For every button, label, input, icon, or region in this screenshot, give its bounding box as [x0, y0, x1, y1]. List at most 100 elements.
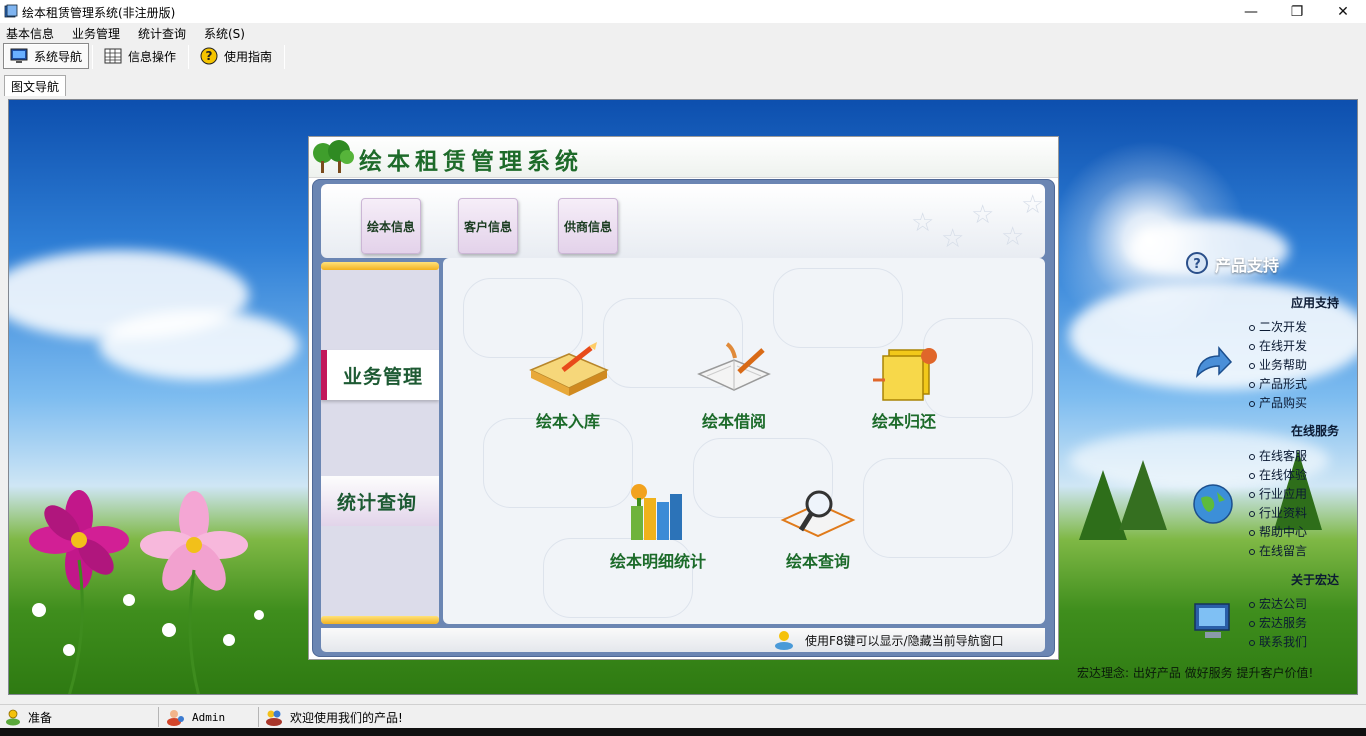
system-nav-button[interactable]: 系统导航 — [3, 43, 90, 69]
svg-text:?: ? — [206, 49, 213, 63]
support-link[interactable]: 在线体验 — [1249, 466, 1307, 483]
app-icon — [4, 4, 18, 18]
star-decoration: ☆ — [1021, 190, 1045, 220]
star-decoration: ☆ — [1001, 222, 1025, 252]
support-link[interactable]: 产品购买 — [1249, 394, 1307, 411]
desktop-background: 绘本租赁管理系统 ☆ ☆ ☆ ☆ ☆ 绘本信息 客户信息 供商信息 业务管理 统… — [8, 99, 1358, 695]
status-bar: 准备 Admin 欢迎使用我们的产品! — [0, 704, 1366, 728]
feature-book-stock-in[interactable]: 绘本入库 — [503, 340, 633, 440]
feature-label: 绘本借阅 — [701, 412, 766, 431]
support-link[interactable]: 行业应用 — [1249, 485, 1307, 502]
admin-user-icon — [167, 710, 184, 726]
status-separator — [258, 707, 259, 727]
arrow-icon — [1196, 345, 1233, 379]
gold-strip — [321, 616, 439, 624]
svg-text:?: ? — [1193, 257, 1201, 272]
support-heading: 应用支持 — [1290, 296, 1339, 310]
status-welcome-text: 欢迎使用我们的产品! — [290, 710, 403, 725]
tab-statistics-query[interactable]: 统计查询 — [321, 476, 439, 526]
tab-business-management[interactable]: 业务管理 — [321, 350, 439, 400]
feature-label: 绘本明细统计 — [609, 552, 706, 571]
support-link[interactable]: 帮助中心 — [1249, 523, 1307, 540]
star-decoration: ☆ — [971, 200, 995, 230]
menu-stats[interactable]: 统计查询 — [138, 25, 186, 42]
folder-return-icon — [873, 348, 937, 401]
navigation-window: 绘本租赁管理系统 ☆ ☆ ☆ ☆ ☆ 绘本信息 客户信息 供商信息 业务管理 统… — [308, 136, 1059, 660]
user-hint-icon — [775, 631, 793, 650]
feature-label: 绘本入库 — [535, 412, 600, 431]
globe-icon — [1193, 484, 1233, 524]
cosmos-flowers — [29, 490, 264, 694]
menu-bar: 基本信息 业务管理 统计查询 系统(S) — [0, 23, 1366, 42]
status-user-icon — [6, 709, 20, 726]
support-link[interactable]: 二次开发 — [1249, 318, 1307, 335]
stone-pattern — [863, 458, 1013, 558]
info-ops-button[interactable]: 信息操作 — [98, 43, 182, 69]
support-link[interactable]: 宏达服务 — [1249, 614, 1307, 631]
nav-hint-text: 使用F8键可以显示/隐藏当前导航窗口 — [805, 634, 1004, 648]
feature-panel: 绘本入库 绘本借阅 绘本归还 绘本明细统计 绘本查询 — [443, 258, 1045, 624]
minimize-button[interactable]: — — [1228, 0, 1274, 23]
support-title: 产品支持 — [1215, 256, 1280, 275]
supplier-info-button[interactable]: 供商信息 — [558, 198, 618, 254]
window-title: 绘本租赁管理系统(非注册版) — [22, 6, 176, 20]
feature-book-lending[interactable]: 绘本借阅 — [669, 340, 799, 440]
tab-graphic-nav[interactable]: 图文导航 — [4, 75, 67, 96]
feature-book-return[interactable]: 绘本归还 — [839, 340, 969, 440]
os-taskbar — [0, 728, 1366, 736]
book-info-button[interactable]: 绘本信息 — [361, 198, 421, 254]
top-button-panel: ☆ ☆ ☆ ☆ ☆ 绘本信息 客户信息 供商信息 — [321, 184, 1045, 258]
open-book-brush-icon — [697, 342, 771, 391]
support-heading: 关于宏达 — [1290, 573, 1339, 587]
nav-hint-bar: 使用F8键可以显示/隐藏当前导航窗口 — [321, 628, 1045, 652]
status-separator — [158, 707, 159, 727]
menu-business[interactable]: 业务管理 — [72, 25, 120, 42]
status-ready: 准备 — [4, 705, 52, 729]
help-circle-icon: ? — [1186, 252, 1208, 274]
support-link[interactable]: 产品形式 — [1249, 375, 1307, 392]
nav-title: 绘本租赁管理系统 — [359, 148, 583, 175]
menu-basic-info[interactable]: 基本信息 — [6, 25, 54, 42]
support-link[interactable]: 在线留言 — [1249, 542, 1307, 559]
title-bar: 绘本租赁管理系统(非注册版) — ❐ ✕ — [0, 0, 1366, 23]
toolbar-separator — [92, 45, 93, 69]
status-user-text: Admin — [192, 710, 226, 724]
bookshelf-icon — [631, 484, 682, 540]
close-button[interactable]: ✕ — [1320, 0, 1366, 23]
feature-book-search[interactable]: 绘本查询 — [753, 480, 883, 580]
feature-label: 绘本查询 — [785, 552, 850, 571]
company-slogan: 宏达理念: 出好产品 做好服务 提升客户价值! — [1077, 666, 1314, 680]
tree — [1119, 460, 1167, 530]
customer-info-button[interactable]: 客户信息 — [458, 198, 518, 254]
toolbar-separator — [188, 45, 189, 69]
gold-strip — [321, 262, 439, 270]
toolbar-separator — [284, 45, 285, 69]
support-link[interactable]: 联系我们 — [1249, 633, 1307, 650]
nav-frame: ☆ ☆ ☆ ☆ ☆ 绘本信息 客户信息 供商信息 业务管理 统计查询 绘本入库 … — [312, 179, 1055, 657]
user-guide-button[interactable]: ? 使用指南 — [194, 43, 278, 69]
menu-system[interactable]: 系统(S) — [204, 25, 245, 42]
monitor-computer-icon — [1194, 603, 1230, 638]
users-group-icon — [266, 710, 282, 726]
feature-label: 绘本归还 — [871, 412, 936, 431]
status-welcome: 欢迎使用我们的产品! — [264, 705, 403, 729]
book-pencil-icon — [529, 342, 609, 396]
maximize-button[interactable]: ❐ — [1274, 0, 1320, 23]
support-link[interactable]: 业务帮助 — [1249, 356, 1307, 373]
feature-book-detail-stats[interactable]: 绘本明细统计 — [593, 480, 723, 580]
support-link[interactable]: 在线开发 — [1249, 337, 1307, 354]
monitor-icon — [10, 48, 28, 63]
status-user: Admin — [166, 705, 225, 729]
star-decoration: ☆ — [911, 208, 935, 238]
stone-pattern — [773, 268, 903, 348]
grid-icon — [104, 48, 122, 64]
info-ops-label: 信息操作 — [128, 49, 177, 64]
support-link[interactable]: 在线客服 — [1249, 447, 1307, 464]
trees-logo-icon — [313, 140, 354, 173]
support-link[interactable]: 行业资料 — [1249, 504, 1307, 521]
support-heading: 在线服务 — [1290, 424, 1339, 438]
nav-header: 绘本租赁管理系统 — [309, 137, 1058, 178]
support-link[interactable]: 宏达公司 — [1249, 595, 1307, 612]
status-ready-text: 准备 — [28, 710, 53, 725]
star-decoration: ☆ — [941, 224, 965, 254]
